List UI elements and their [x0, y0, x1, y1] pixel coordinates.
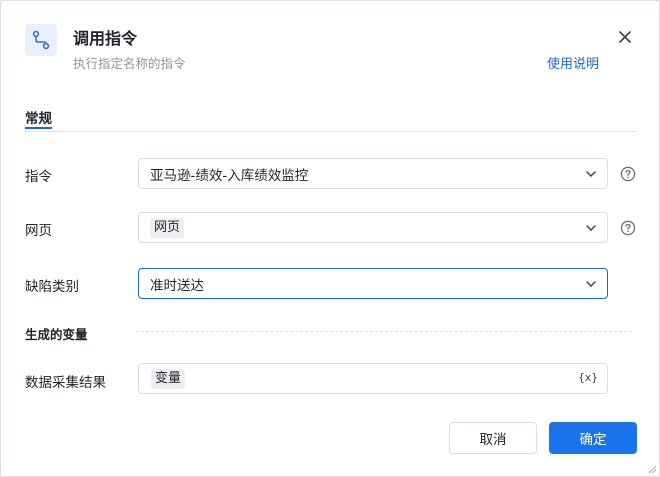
confirm-button[interactable]: 确定 [549, 422, 637, 454]
command-label: 指令 [25, 169, 52, 185]
section-divider [136, 331, 632, 332]
webpage-select[interactable]: 网页 [138, 212, 608, 243]
defect-type-label: 缺陷类别 [25, 279, 79, 295]
usage-help-link[interactable]: 使用说明 [547, 53, 599, 72]
chevron-down-icon [586, 225, 596, 231]
dialog-title: 调用指令 [73, 29, 138, 48]
webpage-help-icon[interactable] [620, 220, 636, 236]
insert-variable-button[interactable]: {x} [578, 371, 598, 384]
webpage-label: 网页 [25, 223, 52, 239]
invoke-command-dialog: 调用指令 执行指定名称的指令 使用说明 常规 指令 亚马逊-绩效-入库绩效监控 … [0, 0, 660, 477]
cancel-button[interactable]: 取消 [449, 422, 537, 454]
command-select-value: 亚马逊-绩效-入库绩效监控 [150, 167, 309, 184]
data-result-variable-input[interactable]: 变量 {x} [138, 363, 608, 394]
tab-general[interactable]: 常规 [25, 107, 52, 127]
resize-grip-icon[interactable] [647, 464, 657, 474]
close-icon [619, 31, 631, 43]
active-tab-indicator [25, 127, 52, 129]
command-help-icon[interactable] [620, 166, 636, 182]
chevron-down-icon [586, 171, 596, 177]
defect-type-select-value: 准时送达 [150, 277, 204, 294]
command-select[interactable]: 亚马逊-绩效-入库绩效监控 [138, 158, 608, 189]
variable-tag: 变量 [151, 368, 186, 389]
dialog-subtitle: 执行指定名称的指令 [73, 56, 186, 71]
data-result-label: 数据采集结果 [25, 375, 106, 391]
tab-divider [25, 131, 637, 132]
close-button[interactable] [613, 25, 637, 49]
output-variables-heading: 生成的变量 [25, 327, 88, 342]
chevron-down-icon [586, 281, 596, 287]
defect-type-select[interactable]: 准时送达 [138, 268, 608, 299]
flow-connector-icon [25, 24, 57, 56]
webpage-tag: 网页 [150, 217, 185, 238]
